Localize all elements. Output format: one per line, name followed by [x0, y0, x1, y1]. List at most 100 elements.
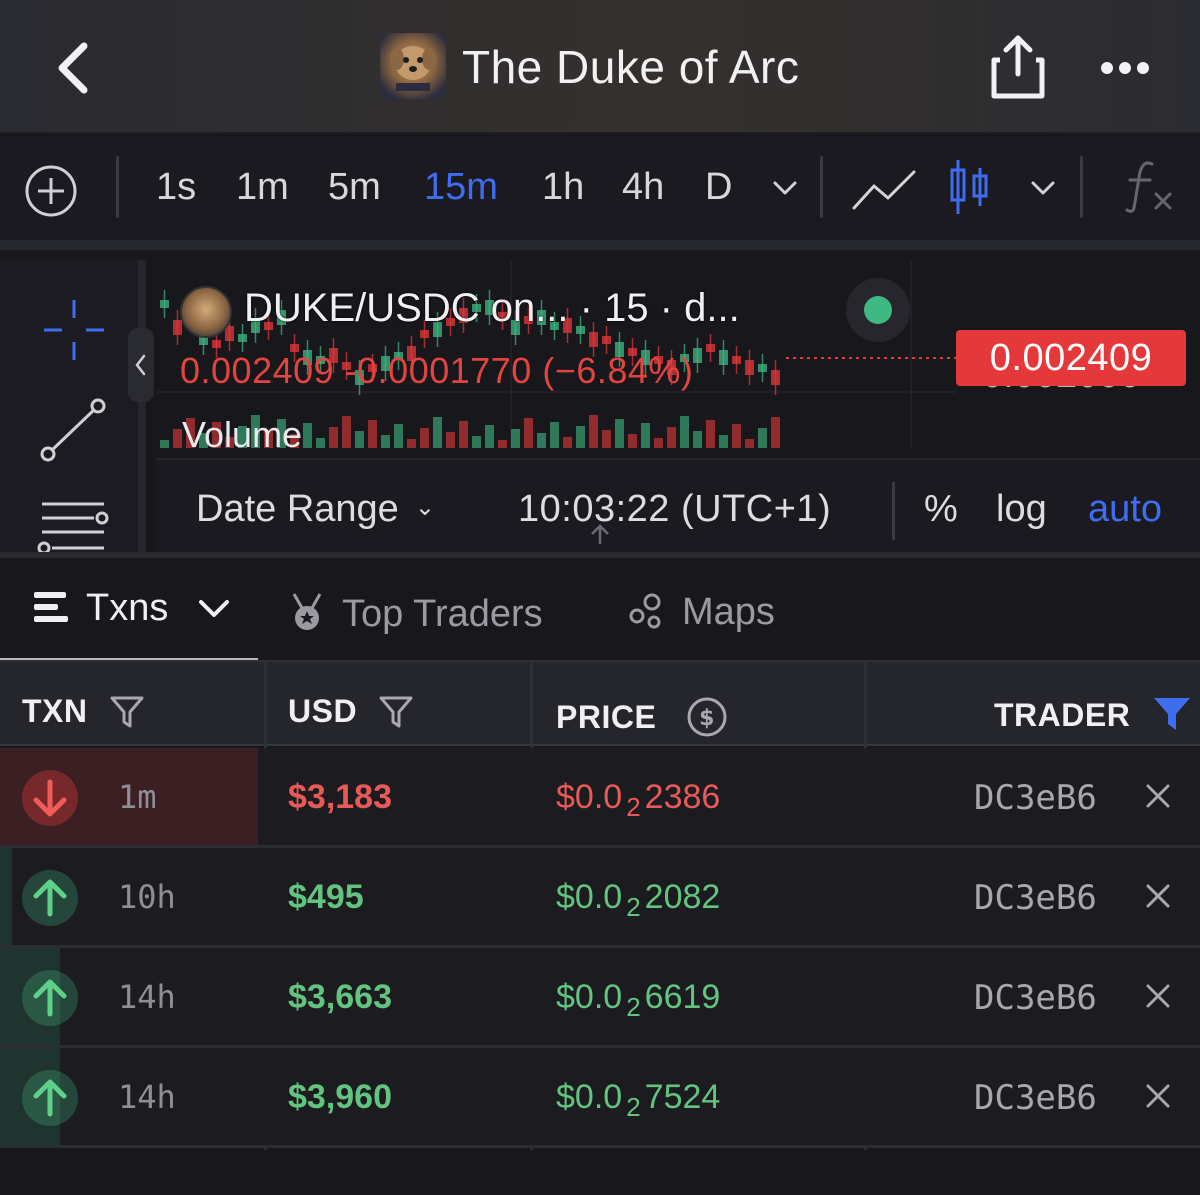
price-prefix: $0.0 [556, 1078, 623, 1116]
arrow-up-icon [22, 870, 78, 926]
volume-bar [602, 430, 611, 448]
volume-bar [745, 439, 754, 448]
candle-body [589, 332, 598, 347]
arrow-up-icon [22, 1070, 78, 1126]
timeframe-1m[interactable]: 1m [236, 166, 289, 209]
trader-filter-remove-button[interactable] [1140, 778, 1176, 814]
trader-address-link[interactable]: DC3eB6 [974, 978, 1097, 1018]
bubbles-icon [629, 593, 661, 629]
timeframe-1s[interactable]: 1s [156, 166, 196, 209]
candlestick-button[interactable] [946, 156, 994, 223]
add-indicator-button[interactable] [24, 164, 78, 218]
trader-filter-remove-button[interactable] [1140, 1078, 1176, 1114]
tab-maps-label: Maps [682, 591, 775, 633]
chevron-left-icon [135, 354, 146, 376]
page-title: The Duke of Arc [462, 41, 800, 93]
trend-line-tool[interactable] [38, 396, 108, 469]
volume-bar [732, 424, 741, 448]
log-scale-toggle[interactable]: log [996, 488, 1047, 531]
timeframe-1h[interactable]: 1h [542, 166, 584, 209]
column-header-usd[interactable]: USD [288, 686, 414, 730]
candle-body [719, 350, 728, 365]
volume-bar [693, 431, 702, 448]
price-prefix: $0.0 [556, 878, 623, 916]
price-zero-count: 2 [626, 892, 641, 922]
candle-body [732, 356, 741, 364]
trader-address-link[interactable]: DC3eB6 [974, 878, 1097, 918]
chart-toolbar: 1s 1m 5m 15m 1h 4h D [0, 136, 1200, 240]
volume-bar [667, 427, 676, 448]
txn-usd-amount: $3,960 [288, 1078, 392, 1116]
share-button[interactable] [990, 34, 1046, 100]
chevron-down-icon [773, 181, 797, 195]
table-row[interactable]: 1m $3,183 $0.0 2 2386 DC3eB6 [0, 748, 1200, 848]
txn-header-label: TXN [22, 693, 88, 729]
close-icon [1146, 784, 1170, 808]
table-row[interactable]: 10h $495 $0.0 2 2082 DC3eB6 [0, 848, 1200, 948]
txn-price: $0.0 2 2082 [556, 878, 720, 922]
volume-bar [329, 427, 338, 448]
table-row[interactable]: 14h $3,663 $0.0 2 6619 DC3eB6 [0, 948, 1200, 1048]
column-header-trader[interactable]: TRADER [994, 686, 1192, 734]
trader-address-link[interactable]: DC3eB6 [974, 1078, 1097, 1118]
volume-bar [771, 417, 780, 448]
table-row[interactable]: 14h $3,960 $0.0 2 7524 DC3eB6 [0, 1048, 1200, 1148]
toolbar-divider [116, 156, 119, 218]
back-button[interactable] [50, 38, 100, 98]
volume-bar [628, 434, 637, 448]
price-digits: 2386 [644, 778, 721, 816]
indicators-button[interactable] [1124, 158, 1174, 219]
function-icon [1125, 161, 1172, 213]
auto-scale-toggle[interactable]: auto [1088, 488, 1162, 531]
volume-bar [381, 435, 390, 448]
volume-bar [654, 438, 663, 448]
volume-bar [537, 433, 546, 448]
price-zero-count: 2 [626, 992, 641, 1022]
txn-price: $0.0 2 6619 [556, 978, 721, 1022]
trader-address-link[interactable]: DC3eB6 [974, 778, 1097, 818]
ohlc-readout: 0.002409 -0.0001770 (−6.84%) [180, 350, 694, 391]
column-header-txn[interactable]: TXN [22, 686, 145, 730]
line-chart-button[interactable] [850, 164, 918, 221]
tab-maps[interactable]: Maps [628, 586, 775, 634]
token-logo [380, 33, 446, 99]
candle-body [238, 334, 247, 342]
bottom-tabs: Txns Top Traders Maps [0, 552, 1200, 664]
pair-logo [180, 286, 232, 338]
timeframe-4h[interactable]: 4h [622, 166, 664, 209]
volume-bar [459, 421, 468, 448]
volume-label: Volume [182, 414, 303, 455]
candle-body [420, 330, 429, 338]
percent-scale-toggle[interactable]: % [924, 488, 958, 531]
timeframe-15m[interactable]: 15m [424, 166, 498, 209]
price-digits: 6619 [644, 978, 721, 1016]
candle-body [173, 320, 182, 335]
tab-top-traders[interactable]: Top Traders [288, 586, 543, 636]
volume-bar [355, 431, 364, 448]
timeframe-d[interactable]: D [705, 166, 732, 209]
close-icon [1146, 984, 1170, 1008]
volume-bar [316, 438, 325, 448]
volume-bar [524, 418, 533, 448]
volume-bar [615, 419, 624, 448]
more-horizontal-icon [1101, 62, 1149, 74]
usd-header-label: USD [288, 693, 358, 729]
date-range-dropdown[interactable]: Date Range ⌄ [196, 488, 435, 531]
timeframe-dropdown[interactable] [770, 176, 800, 205]
column-header-price[interactable]: PRICE $ [556, 686, 728, 737]
volume-bar [472, 436, 481, 448]
tab-txns[interactable]: Txns [32, 586, 231, 630]
more-options-button[interactable] [1098, 48, 1152, 88]
arrow-down-icon [22, 770, 78, 826]
txn-price: $0.0 2 2386 [556, 778, 721, 822]
crosshair-tool[interactable] [40, 296, 108, 369]
trader-filter-remove-button[interactable] [1140, 878, 1176, 914]
collapse-sidebar-button[interactable] [128, 328, 154, 402]
footer-divider [892, 482, 895, 540]
last-price-tag: 0.002409 [956, 330, 1186, 386]
trader-filter-remove-button[interactable] [1140, 978, 1176, 1014]
timeframe-5m[interactable]: 5m [328, 166, 381, 209]
close-icon [1146, 884, 1170, 908]
chart-type-dropdown[interactable] [1028, 176, 1058, 205]
tab-top-traders-label: Top Traders [342, 593, 543, 635]
